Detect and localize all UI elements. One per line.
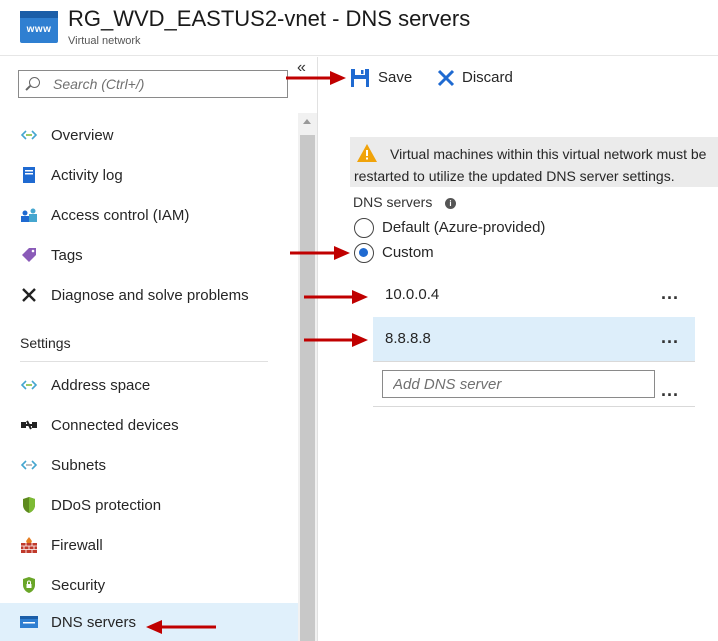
sidebar-item-label: Diagnose and solve problems	[51, 287, 249, 304]
radio-default-label[interactable]: Default (Azure-provided)	[382, 219, 545, 236]
warning-text: Virtual machines within this virtual net…	[354, 146, 707, 184]
sidebar-item-label: Address space	[51, 377, 151, 394]
sidebar-item-label: Access control (IAM)	[51, 207, 190, 224]
add-dns-server-box[interactable]	[382, 370, 655, 398]
vnet-icon	[20, 460, 38, 470]
add-dns-server-input[interactable]	[393, 374, 648, 394]
virtual-network-icon-text: www	[26, 24, 52, 35]
page-title: RG_WVD_EASTUS2-vnet - DNS servers	[68, 6, 471, 31]
sidebar-item-label: Connected devices	[51, 417, 179, 434]
info-icon[interactable]: i	[445, 198, 456, 209]
radio-custom[interactable]	[354, 243, 374, 263]
activity-log-icon	[23, 167, 35, 183]
shield-icon	[23, 497, 35, 513]
dns-server-row[interactable]: 10.0.0.4 ...	[373, 273, 695, 318]
tag-icon	[22, 248, 36, 262]
scroll-up-arrow-icon[interactable]	[303, 119, 311, 124]
sidebar: « Overview Activity log Access control (…	[0, 57, 318, 641]
sidebar-item-label: Security	[51, 577, 106, 594]
dns-icon	[20, 616, 38, 628]
annotation-arrow-icon	[290, 246, 350, 260]
radio-custom-label[interactable]: Custom	[382, 244, 434, 261]
sidebar-item-connected-devices[interactable]: Connected devices	[0, 407, 298, 443]
search-box[interactable]	[18, 70, 288, 98]
sidebar-item-label: DNS servers	[51, 614, 137, 631]
dns-server-value: 8.8.8.8	[385, 330, 431, 347]
more-options-icon[interactable]: ...	[661, 283, 679, 304]
sidebar-item-address-space[interactable]: Address space	[0, 367, 298, 403]
section-divider	[20, 361, 268, 362]
more-options-icon[interactable]: ...	[661, 380, 679, 401]
sidebar-item-overview[interactable]: Overview	[0, 117, 298, 153]
vnet-icon	[20, 380, 38, 390]
sidebar-item-subnets[interactable]: Subnets	[0, 447, 298, 483]
sidebar-scrollbar[interactable]	[298, 113, 317, 641]
devices-icon	[21, 420, 37, 430]
sidebar-item-label: Firewall	[51, 537, 103, 554]
sidebar-item-label: Tags	[51, 247, 83, 264]
dns-server-row[interactable]: 8.8.8.8 ...	[373, 317, 695, 362]
radio-default[interactable]	[354, 218, 374, 238]
settings-section-label: Settings	[20, 335, 71, 351]
dns-servers-label: DNS servers	[353, 194, 433, 210]
discard-button[interactable]: Discard	[437, 66, 522, 90]
search-input[interactable]	[53, 74, 273, 94]
sidebar-item-firewall[interactable]: Firewall	[0, 527, 298, 563]
wrench-icon	[22, 288, 36, 302]
restart-warning-banner: Virtual machines within this virtual net…	[350, 137, 718, 187]
save-label: Save	[378, 69, 413, 86]
annotation-arrow-icon	[304, 290, 368, 304]
search-icon	[29, 77, 40, 88]
radio-selected-dot	[359, 248, 368, 257]
discard-label: Discard	[462, 69, 513, 86]
blade-header: www RG_WVD_EASTUS2-vnet - DNS servers Vi…	[0, 0, 718, 56]
virtual-network-icon: www	[20, 11, 58, 43]
sidebar-item-access-control[interactable]: Access control (IAM)	[0, 197, 298, 233]
sidebar-item-label: Overview	[51, 127, 114, 144]
page-subtitle: Virtual network	[68, 35, 141, 47]
sidebar-item-activity-log[interactable]: Activity log	[0, 157, 298, 193]
sidebar-item-tags[interactable]: Tags	[0, 237, 298, 273]
annotation-arrow-icon	[146, 620, 216, 634]
sidebar-item-label: DDoS protection	[51, 497, 162, 514]
save-button[interactable]: Save	[350, 66, 420, 90]
more-options-icon[interactable]: ...	[661, 327, 679, 348]
save-icon	[351, 69, 369, 87]
sidebar-item-label: Activity log	[51, 167, 123, 184]
row-divider	[373, 406, 695, 407]
discard-x-icon	[437, 69, 455, 87]
security-icon	[23, 577, 35, 593]
sidebar-item-ddos-protection[interactable]: DDoS protection	[0, 487, 298, 523]
scroll-thumb[interactable]	[300, 135, 315, 641]
dns-server-value: 10.0.0.4	[385, 286, 440, 303]
annotation-arrow-icon	[286, 71, 346, 85]
iam-icon	[21, 208, 37, 222]
sidebar-item-label: Subnets	[51, 457, 107, 474]
annotation-arrow-icon	[304, 333, 368, 347]
sidebar-item-security[interactable]: Security	[0, 567, 298, 603]
vnet-icon	[20, 130, 38, 140]
sidebar-item-diagnose[interactable]: Diagnose and solve problems	[0, 277, 298, 313]
firewall-icon	[21, 537, 37, 553]
